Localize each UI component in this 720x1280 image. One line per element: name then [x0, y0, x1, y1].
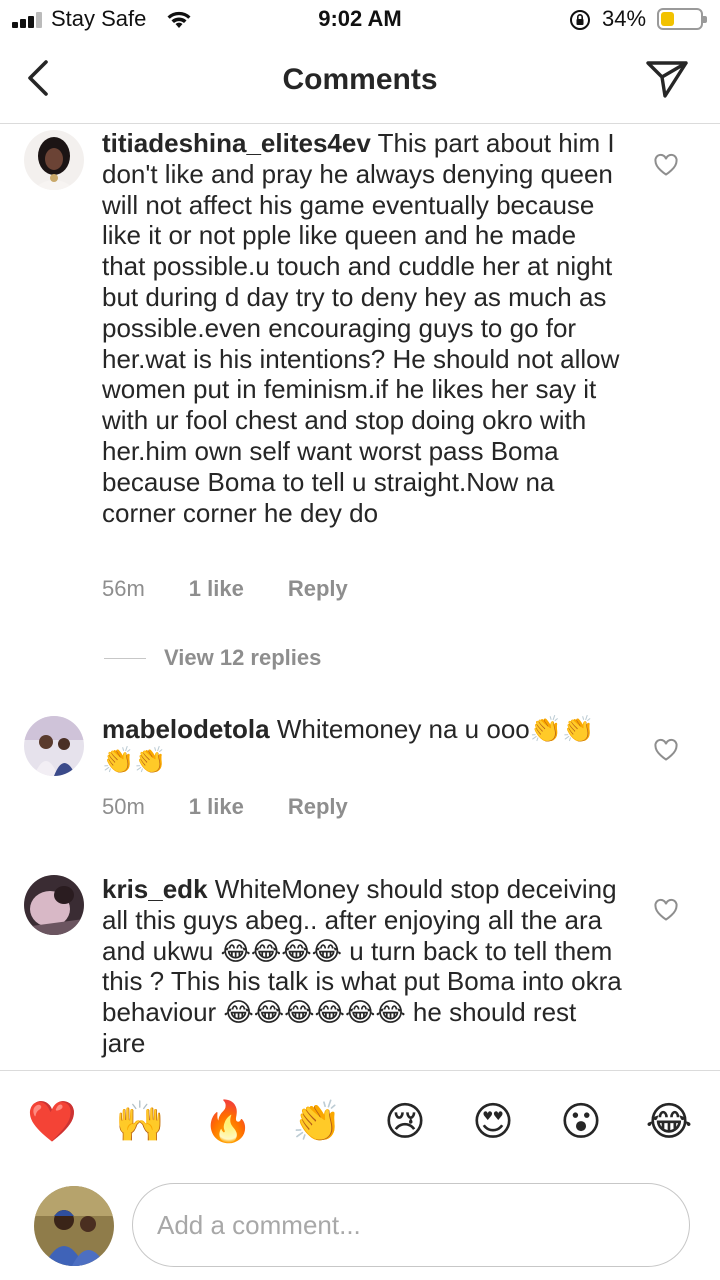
comment-body: kris_edk WhiteMoney should stop deceivin…: [102, 874, 622, 1059]
emoji-laughing-button[interactable]: 😂: [644, 1097, 694, 1147]
comment-time: 56m: [102, 576, 145, 601]
username[interactable]: mabelodetola: [102, 714, 270, 744]
reply-button[interactable]: Reply: [288, 576, 348, 602]
battery-icon: [657, 8, 707, 30]
emoji-clap-button[interactable]: 👏: [292, 1097, 342, 1147]
heart-icon[interactable]: [653, 153, 679, 177]
reply-button[interactable]: Reply: [288, 794, 348, 820]
comment-text: This part about him I don't like and pra…: [102, 128, 620, 528]
comment-input[interactable]: [132, 1183, 690, 1267]
emoji-fire-button[interactable]: 🔥: [203, 1097, 253, 1147]
rotation-lock-icon: [570, 10, 590, 30]
like-count[interactable]: 1 like: [189, 794, 244, 820]
comment-composer: ❤️ 🙌 🔥 👏 😢 😍 😮 😂: [0, 1070, 720, 1280]
page-title: Comments: [282, 63, 438, 96]
status-bar: Stay Safe 9:02 AM 34%: [0, 0, 720, 40]
comment-time: 50m: [102, 794, 145, 819]
battery-level: [661, 12, 674, 26]
emoji-surprised-button[interactable]: 😮: [556, 1097, 606, 1147]
like-count[interactable]: 1 like: [189, 576, 244, 602]
heart-icon[interactable]: [653, 738, 679, 762]
battery-percentage: 34%: [602, 6, 647, 31]
comment-meta: 56m 1 like Reply: [102, 576, 348, 602]
emoji-heart-eyes-button[interactable]: 😍: [468, 1097, 518, 1147]
send-icon[interactable]: [644, 58, 690, 100]
heart-icon[interactable]: [653, 898, 679, 922]
comment-meta: 50m 1 like Reply: [102, 794, 348, 820]
emoji-heart-button[interactable]: ❤️: [27, 1097, 77, 1147]
username[interactable]: titiadeshina_elites4ev: [102, 128, 371, 158]
emoji-raised-hands-button[interactable]: 🙌: [115, 1097, 165, 1147]
avatar[interactable]: [24, 130, 84, 190]
view-replies-button[interactable]: View 12 replies: [104, 644, 321, 672]
header: Comments: [0, 40, 720, 124]
avatar[interactable]: [24, 716, 84, 776]
divider-line: [104, 657, 146, 659]
comment-body: titiadeshina_elites4ev This part about h…: [102, 128, 622, 528]
comment-body: mabelodetola Whitemoney na u ooo👏👏👏👏: [102, 714, 622, 776]
emoji-quick-bar: ❤️ 🙌 🔥 👏 😢 😍 😮 😂: [0, 1097, 720, 1149]
username[interactable]: kris_edk: [102, 874, 208, 904]
avatar[interactable]: [24, 875, 84, 935]
avatar: [34, 1186, 114, 1266]
emoji-crying-button[interactable]: 😢: [380, 1097, 430, 1147]
view-replies-label: View 12 replies: [164, 645, 322, 670]
